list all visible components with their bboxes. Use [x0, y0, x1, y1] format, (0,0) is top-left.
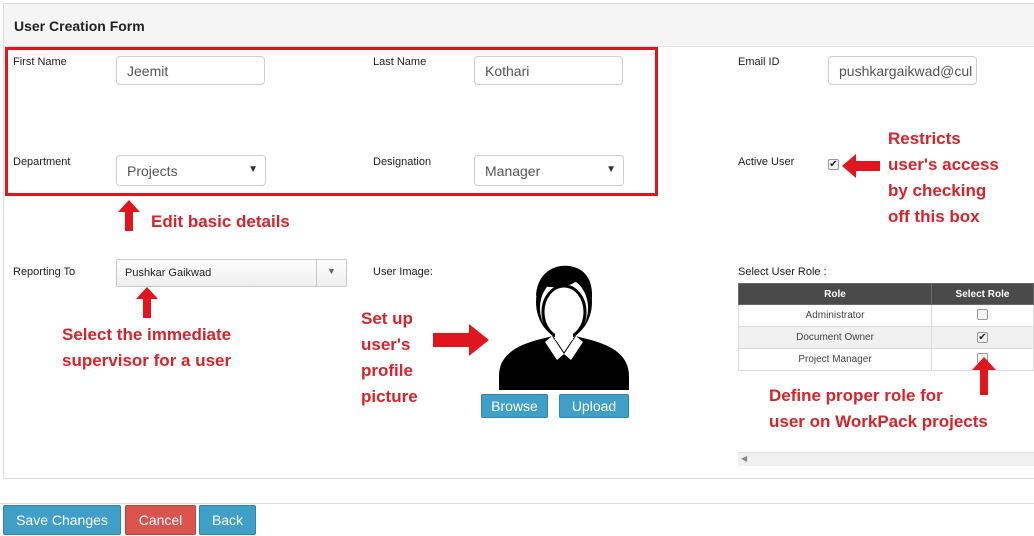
user-image-label: User Image:: [373, 266, 433, 278]
horizontal-scrollbar[interactable]: ◀: [738, 452, 1034, 466]
save-changes-button[interactable]: Save Changes: [3, 505, 121, 535]
annotation-restricts-line: by checking: [888, 181, 987, 200]
annotation-restricts-line: off this box: [888, 207, 980, 226]
user-role-label: Select User Role :: [738, 266, 827, 278]
role-name: Project Manager: [738, 348, 932, 371]
table-header-row: Role Select Role: [738, 283, 1034, 305]
active-user-label: Active User: [738, 156, 795, 168]
reporting-to-label: Reporting To: [13, 266, 76, 278]
email-input[interactable]: pushkargaikwad@cul: [828, 56, 977, 85]
panel-header: User Creation Form: [4, 4, 1034, 47]
role-checkbox[interactable]: ✔: [977, 332, 988, 343]
table-row: Administrator: [738, 304, 1034, 327]
scroll-left-icon[interactable]: ◀: [741, 454, 747, 463]
caret-down-icon: ▼: [327, 266, 336, 276]
combobox-dropdown-button[interactable]: ▼: [316, 260, 346, 286]
browse-button[interactable]: Browse: [481, 394, 548, 418]
annotation-picture: Set up user's profile picture: [361, 306, 418, 410]
reporting-to-combobox[interactable]: Pushkar Gaikwad ▼: [116, 259, 347, 287]
annotation-role: Define proper role for user on WorkPack …: [769, 383, 988, 435]
annotation-picture-line: profile: [361, 361, 413, 380]
user-avatar-icon: [499, 265, 629, 390]
active-user-checkbox[interactable]: ✔: [828, 159, 839, 170]
role-checkbox[interactable]: [977, 308, 988, 320]
arrow-right-icon: [433, 324, 489, 356]
annotation-picture-line: user's: [361, 335, 411, 354]
basic-details-highlight: [5, 47, 658, 196]
back-button[interactable]: Back: [199, 505, 256, 535]
annotation-picture-line: picture: [361, 387, 418, 406]
page-title: User Creation Form: [14, 18, 145, 34]
footer-divider: [0, 503, 1034, 504]
role-select-cell: [931, 304, 1034, 327]
column-header-role: Role: [738, 283, 932, 305]
table-row: Document Owner ✔: [738, 326, 1034, 349]
role-select-cell: ✔: [931, 326, 1034, 349]
annotation-edit-basic: Edit basic details: [151, 212, 290, 231]
annotation-role-line: Define proper role for: [769, 386, 943, 405]
annotation-role-line: user on WorkPack projects: [769, 412, 988, 431]
role-name: Administrator: [738, 304, 932, 327]
arrow-up-icon: [118, 200, 140, 231]
role-name: Document Owner: [738, 326, 932, 349]
annotation-restricts: Restricts user's access by checking off …: [888, 126, 999, 230]
email-label: Email ID: [738, 56, 780, 68]
annotation-restricts-line: user's access: [888, 155, 999, 174]
upload-button[interactable]: Upload: [559, 394, 629, 418]
reporting-to-value: Pushkar Gaikwad: [125, 267, 212, 279]
annotation-supervisor-line: supervisor for a user: [62, 351, 232, 370]
column-header-select-role: Select Role: [931, 283, 1034, 305]
arrow-up-icon: [136, 287, 158, 318]
arrow-left-icon: [842, 154, 880, 178]
annotation-supervisor: Select the immediate supervisor for a us…: [62, 322, 231, 374]
cancel-button[interactable]: Cancel: [125, 505, 196, 535]
annotation-restricts-line: Restricts: [888, 129, 961, 148]
annotation-supervisor-line: Select the immediate: [62, 325, 232, 344]
annotation-picture-line: Set up: [361, 309, 413, 328]
